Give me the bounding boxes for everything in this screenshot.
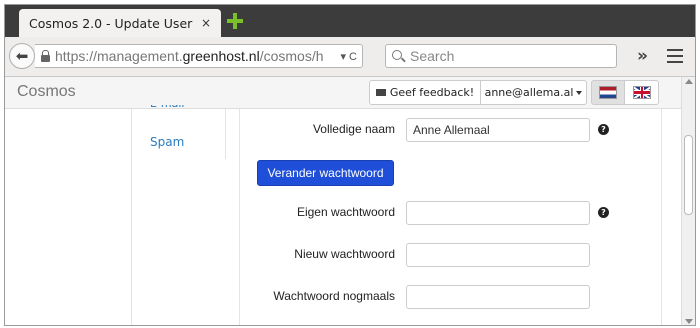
repeat-password-input[interactable] — [406, 285, 590, 309]
url-domain: greenhost.nl — [182, 48, 260, 64]
search-icon — [392, 50, 402, 60]
subnav-item-spam[interactable]: Spam — [150, 135, 184, 149]
tab-title: Cosmos 2.0 - Update User — [29, 15, 193, 31]
user-menu-button[interactable]: anne@allema.al — [481, 80, 587, 105]
envelope-icon — [375, 89, 386, 96]
lock-icon — [41, 49, 50, 62]
back-arrow-icon: ⬅ — [15, 47, 29, 65]
url-path: /cosmos/h — [259, 48, 324, 64]
url-bar[interactable]: https://management. greenhost.nl/cosmos/h… — [35, 44, 363, 68]
vertical-scrollbar[interactable] — [681, 77, 695, 325]
language-en-button[interactable] — [625, 80, 659, 105]
page-content: Cosmos Geef feedback! anne@allema.al Spa… — [5, 77, 681, 325]
hamburger-menu-icon[interactable] — [667, 49, 683, 63]
search-bar[interactable]: Search — [385, 44, 617, 68]
repeat-password-row: Wachtwoord nogmaals — [245, 285, 665, 309]
change-password-button[interactable]: Verander wachtwoord — [257, 160, 394, 186]
dutch-flag-icon — [600, 87, 616, 98]
full-name-input[interactable] — [406, 118, 590, 142]
close-tab-icon[interactable]: × — [201, 16, 211, 30]
full-name-row: Volledige naam ? — [245, 118, 665, 142]
new-password-input[interactable] — [406, 243, 590, 267]
new-password-row: Nieuw wachtwoord — [245, 243, 665, 267]
new-tab-icon[interactable] — [227, 13, 243, 29]
sidebar — [5, 109, 132, 325]
scroll-up-icon[interactable] — [685, 79, 693, 84]
caret-down-icon — [576, 90, 583, 95]
language-nl-button[interactable] — [591, 80, 625, 105]
help-icon[interactable]: ? — [598, 124, 609, 135]
help-icon[interactable]: ? — [598, 207, 609, 218]
toolbar-overflow-icon[interactable]: » — [637, 46, 648, 66]
current-password-input[interactable] — [406, 201, 590, 225]
browser-window: Cosmos 2.0 - Update User × ⬅ https://man… — [4, 4, 696, 326]
tab-strip: Cosmos 2.0 - Update User × — [5, 5, 695, 37]
brand-logo[interactable]: Cosmos — [17, 83, 76, 101]
feedback-label: Geef feedback! — [389, 86, 475, 99]
url-prefix: https://management. — [55, 48, 183, 64]
search-placeholder: Search — [410, 48, 455, 64]
full-name-label: Volledige naam — [312, 122, 395, 136]
scroll-down-icon[interactable] — [685, 319, 693, 324]
browser-tab[interactable]: Cosmos 2.0 - Update User × — [19, 9, 221, 37]
new-password-label: Nieuw wachtwoord — [294, 247, 395, 261]
app-header: Cosmos Geef feedback! anne@allema.al — [5, 77, 681, 109]
current-password-row: Eigen wachtwoord ? — [245, 201, 665, 225]
repeat-password-label: Wachtwoord nogmaals — [273, 289, 395, 303]
url-dropdown-reload-icon[interactable]: ▾ C — [340, 50, 362, 63]
feedback-button[interactable]: Geef feedback! — [369, 80, 481, 105]
current-password-label: Eigen wachtwoord — [296, 205, 395, 219]
user-email: anne@allema.al — [484, 86, 574, 99]
navigation-bar: ⬅ https://management. greenhost.nl/cosmos… — [5, 37, 695, 77]
british-flag-icon — [633, 87, 650, 98]
back-button[interactable]: ⬅ — [9, 43, 35, 69]
scrollbar-thumb[interactable] — [684, 135, 693, 215]
